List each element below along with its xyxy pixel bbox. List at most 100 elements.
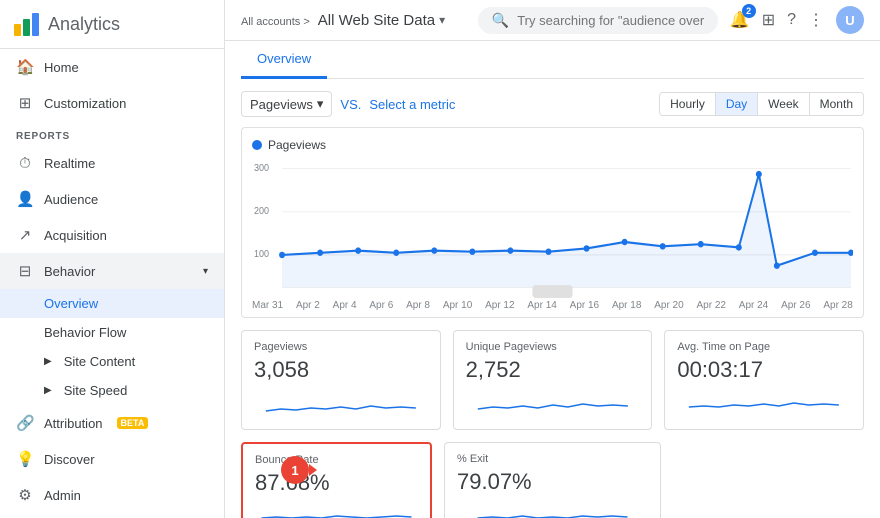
sidebar-item-attribution[interactable]: 🔗 Attribution BETA [0, 405, 224, 441]
metric-avg-time-label: Avg. Time on Page [677, 341, 851, 353]
tab-overview[interactable]: Overview [241, 41, 327, 79]
line-chart: 300 200 100 [252, 158, 853, 298]
notification-count: 2 [742, 4, 756, 18]
search-bar[interactable]: 🔍 [478, 7, 718, 34]
tab-bar: Overview [241, 41, 864, 79]
notification-icon[interactable]: 🔔 2 [730, 10, 750, 30]
sparkline-unique [466, 389, 640, 419]
sidebar-item-realtime-label: Realtime [44, 156, 95, 171]
time-btn-week[interactable]: Week [758, 93, 809, 115]
sidebar: Analytics 🏠 Home ⊞ Customization REPORTS… [0, 0, 225, 518]
property-name: All Web Site Data [318, 12, 435, 29]
sidebar-item-site-content[interactable]: ▶ Site Content [0, 347, 224, 376]
analytics-logo [12, 10, 40, 38]
home-icon: 🏠 [16, 58, 34, 76]
sidebar-item-discover[interactable]: 💡 Discover [0, 441, 224, 477]
search-icon: 🔍 [492, 12, 509, 29]
sidebar-item-behavior[interactable]: ⊟ Behavior ▾ [0, 253, 224, 289]
header-right: 🔍 🔔 2 ⊞ ? ⋮ U [478, 6, 864, 34]
more-options-icon[interactable]: ⋮ [808, 10, 824, 30]
annotation-arrow [309, 464, 317, 476]
sidebar-navigation: 🏠 Home ⊞ Customization REPORTS ⏱ Realtim… [0, 49, 224, 518]
metric-card-unique-pageviews: Unique Pageviews 2,752 [453, 330, 653, 430]
sidebar-item-audience-label: Audience [44, 192, 98, 207]
property-dropdown-icon: ▾ [439, 13, 445, 27]
content-area: Overview Pageviews ▾ VS. Select a metric… [225, 41, 880, 518]
date-label-7: Apr 14 [527, 300, 556, 311]
realtime-icon: ⏱ [16, 155, 34, 172]
empty-metric-1 [673, 442, 864, 518]
app-title: Analytics [48, 14, 120, 35]
metric-avg-time-value: 00:03:17 [677, 357, 851, 383]
metric-unique-value: 2,752 [466, 357, 640, 383]
chart-legend: Pageviews [252, 138, 853, 152]
time-btn-month[interactable]: Month [810, 93, 863, 115]
behavior-chevron: ▾ [203, 266, 208, 277]
help-icon[interactable]: ? [787, 11, 796, 29]
legend-dot [252, 140, 262, 150]
metric-select-arrow: ▾ [317, 96, 324, 112]
sidebar-item-overview[interactable]: Overview [0, 289, 224, 318]
sidebar-item-audience[interactable]: 👤 Audience [0, 181, 224, 217]
sidebar-item-discover-label: Discover [44, 452, 95, 467]
date-label-13: Apr 26 [781, 300, 810, 311]
svg-text:200: 200 [254, 206, 269, 216]
avatar[interactable]: U [836, 6, 864, 34]
sidebar-item-customization[interactable]: ⊞ Customization [0, 85, 224, 121]
discover-icon: 💡 [16, 450, 34, 468]
metric-select-label: Pageviews [250, 97, 313, 112]
metric-card-exit: % Exit 79.07% [444, 442, 661, 518]
sidebar-item-realtime[interactable]: ⏱ Realtime [0, 146, 224, 181]
property-selector[interactable]: All Web Site Data ▾ [318, 12, 445, 29]
date-label-9: Apr 18 [612, 300, 641, 311]
metric-select[interactable]: Pageviews ▾ [241, 91, 332, 117]
date-label-4: Apr 8 [406, 300, 430, 311]
sidebar-item-customization-label: Customization [44, 96, 126, 111]
date-label-1: Apr 2 [296, 300, 320, 311]
breadcrumb: All accounts > [241, 13, 310, 28]
sidebar-item-admin[interactable]: ⚙ Admin [0, 477, 224, 513]
sidebar-item-acquisition[interactable]: ↗ Acquisition [0, 217, 224, 253]
metric-card-bounce-rate: Bounce Rate 87.68% [241, 442, 432, 518]
time-btn-hourly[interactable]: Hourly [660, 93, 716, 115]
date-label-12: Apr 24 [739, 300, 768, 311]
metric-pageviews-label: Pageviews [254, 341, 428, 353]
sidebar-item-attribution-label: Attribution [44, 416, 103, 431]
chart-controls: Pageviews ▾ VS. Select a metric Hourly D… [241, 91, 864, 117]
annotation-bubble[interactable]: 1 [281, 456, 309, 484]
metrics-top-row: Pageviews 3,058 Unique Pageviews 2,752 [241, 330, 864, 430]
sidebar-item-home[interactable]: 🏠 Home [0, 49, 224, 85]
sidebar-item-behavior-flow[interactable]: Behavior Flow [0, 318, 224, 347]
sidebar-item-behavior-label: Behavior [44, 264, 95, 279]
customization-icon: ⊞ [16, 94, 34, 112]
sidebar-item-overview-label: Overview [44, 296, 98, 311]
time-btn-day[interactable]: Day [716, 93, 758, 115]
admin-icon: ⚙ [16, 486, 34, 504]
header-left: All accounts > All Web Site Data ▾ [241, 12, 445, 29]
behavior-icon: ⊟ [16, 262, 34, 280]
sidebar-item-acquisition-label: Acquisition [44, 228, 107, 243]
metric-card-avg-time: Avg. Time on Page 00:03:17 [664, 330, 864, 430]
select-metric-link[interactable]: Select a metric [369, 97, 455, 112]
apps-grid-icon[interactable]: ⊞ [762, 10, 775, 30]
date-label-3: Apr 6 [369, 300, 393, 311]
date-label-10: Apr 20 [654, 300, 683, 311]
main-header: All accounts > All Web Site Data ▾ 🔍 🔔 2… [225, 0, 880, 41]
chart-area: Pageviews 300 200 100 [241, 127, 864, 318]
metric-card-pageviews: Pageviews 3,058 [241, 330, 441, 430]
legend-label: Pageviews [268, 138, 326, 152]
chart-left-controls: Pageviews ▾ VS. Select a metric [241, 91, 455, 117]
date-label-6: Apr 12 [485, 300, 514, 311]
date-label-8: Apr 16 [570, 300, 599, 311]
bounce-rate-container: 1 Bounce Rate 87.68% [241, 442, 432, 518]
sparkline-exit [457, 501, 648, 518]
date-label-14: Apr 28 [823, 300, 852, 311]
attribution-beta-badge: BETA [117, 417, 149, 429]
sidebar-item-site-speed[interactable]: ▶ Site Speed [0, 376, 224, 405]
sidebar-item-admin-label: Admin [44, 488, 81, 503]
acquisition-icon: ↗ [16, 226, 34, 244]
search-input[interactable] [517, 13, 704, 28]
metrics-bottom-row: 1 Bounce Rate 87.68% % Exit 79.07% [241, 442, 864, 518]
svg-text:100: 100 [254, 249, 269, 259]
sparkline-avg-time [677, 389, 851, 419]
